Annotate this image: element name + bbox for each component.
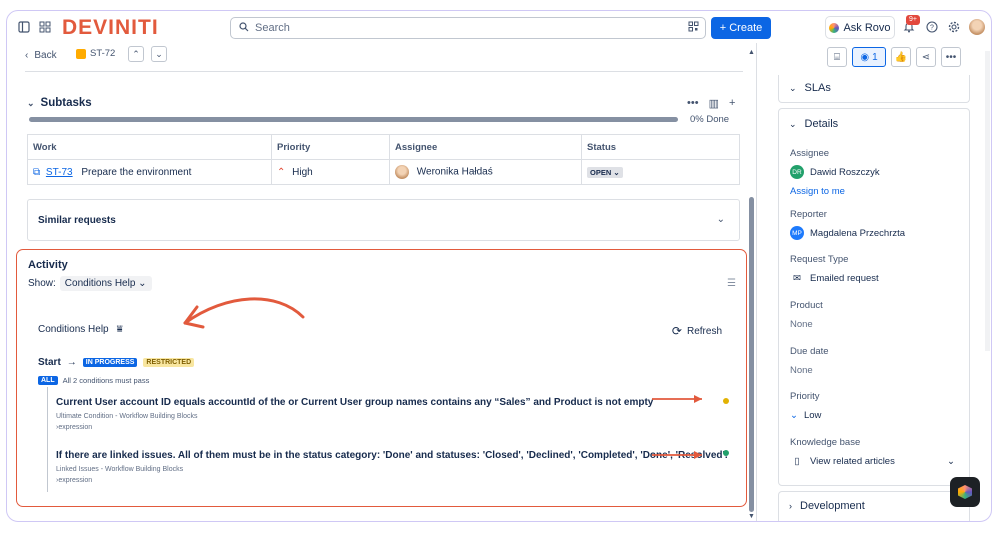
annotation-overlay (183, 297, 702, 459)
app-window: DEVINITI Search + Create Ask Rovo 9+ ? ‹… (6, 10, 992, 522)
arrow-annotation-head (694, 451, 702, 459)
arrow-annotation-head (694, 395, 702, 403)
curved-arrow-annotation (183, 297, 305, 325)
